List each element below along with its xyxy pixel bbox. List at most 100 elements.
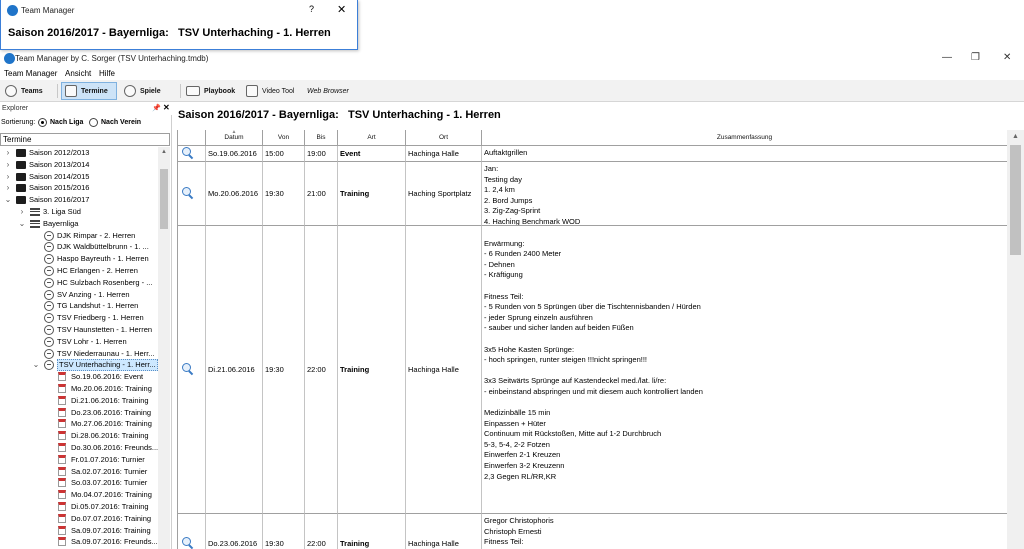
table-row-header[interactable]	[178, 514, 206, 549]
minimize-button[interactable]: —	[942, 53, 952, 63]
collapse-icon[interactable]: ⌄	[18, 218, 26, 230]
column-header-von[interactable]: Von	[263, 130, 305, 146]
table-cell-art[interactable]: Training	[338, 162, 406, 226]
tree-scrollbar[interactable]: ▲	[158, 147, 170, 549]
tree-item[interactable]: Mo.27.06.2016: Training	[0, 418, 158, 430]
table-cell-von[interactable]: 19:30	[263, 162, 305, 226]
table-cell-ort[interactable]: Hachinga Halle	[406, 514, 482, 549]
column-header-art[interactable]: Art	[338, 130, 406, 146]
table-cell-summary[interactable]: Gregor Christophoris Christoph Ernesti F…	[482, 514, 1007, 549]
expand-icon[interactable]: ›	[4, 171, 12, 183]
scroll-up-icon[interactable]: ▲	[1012, 133, 1019, 140]
tree-item[interactable]: Mo.20.06.2016: Training	[0, 383, 158, 395]
tree-item[interactable]: Do.23.06.2016: Training	[0, 407, 158, 419]
popup-close-button[interactable]: ✕	[337, 3, 346, 16]
table-cell-von[interactable]: 19:30	[263, 514, 305, 549]
table-row-header[interactable]	[178, 162, 206, 226]
video-tool-button[interactable]: Video Tool	[243, 82, 297, 100]
grid-scrollbar[interactable]: ▲	[1007, 130, 1024, 549]
table-cell-summary[interactable]: Jan: Testing day 1. 2,4 km 2. Bord Jumps…	[482, 162, 1007, 226]
table-cell-ort[interactable]: Hachinga Halle	[406, 226, 482, 514]
tree-item[interactable]: TSV Haunstetten - 1. Herren	[0, 324, 158, 336]
playbook-button[interactable]: Playbook	[183, 82, 238, 100]
table-row-header[interactable]	[178, 226, 206, 514]
tree-item[interactable]: ⌄ TSV Unterhaching - 1. Herr...	[0, 359, 158, 372]
tree-scroll-thumb[interactable]	[160, 169, 168, 229]
tree-item[interactable]: Do.30.06.2016: Freunds...	[0, 442, 158, 454]
table-cell-ort[interactable]: Haching Sportplatz	[406, 162, 482, 226]
teams-button[interactable]: Teams	[2, 82, 46, 100]
menu-team-manager[interactable]: Team Manager	[4, 69, 57, 78]
expand-icon[interactable]: ›	[4, 147, 12, 159]
tree-item[interactable]: HC Sulzbach Rosenberg - ...	[0, 277, 158, 289]
explorer-close-button[interactable]: ✕	[163, 103, 170, 112]
tree-item[interactable]: SV Anzing - 1. Herren	[0, 289, 158, 301]
scroll-up-icon[interactable]: ▲	[161, 149, 167, 155]
table-cell-bis[interactable]: 21:00	[305, 162, 338, 226]
collapse-icon[interactable]: ⌄	[4, 194, 12, 206]
table-cell-art[interactable]: Training	[338, 514, 406, 549]
sort-by-club-label[interactable]: Nach Verein	[101, 119, 141, 126]
column-header-ort[interactable]: Ort	[406, 130, 482, 146]
table-cell-summary[interactable]: Auftaktgrillen	[482, 146, 1007, 162]
tree-item[interactable]: Di.28.06.2016: Training	[0, 430, 158, 442]
tree-item[interactable]: Do.07.07.2016: Training	[0, 513, 158, 525]
tree-item[interactable]: Di.21.06.2016: Training	[0, 395, 158, 407]
tree-item[interactable]: TSV Niederraunau - 1. Herr...	[0, 348, 158, 360]
magnifier-icon[interactable]	[182, 187, 194, 199]
tree-item[interactable]: Di.05.07.2016: Training	[0, 501, 158, 513]
expand-icon[interactable]: ›	[18, 206, 26, 218]
tree-item[interactable]: Sa.09.07.2016: Freunds...	[0, 536, 158, 548]
tree-item[interactable]: › Saison 2012/2013	[0, 147, 158, 159]
table-cell-art[interactable]: Training	[338, 226, 406, 514]
tree-item[interactable]: TG Landshut - 1. Herren	[0, 300, 158, 312]
column-header-bis[interactable]: Bis	[305, 130, 338, 146]
tree-item[interactable]: So.03.07.2016: Turnier	[0, 477, 158, 489]
menu-ansicht[interactable]: Ansicht	[65, 69, 91, 78]
column-header-datum[interactable]: Datum	[206, 130, 263, 146]
grid-scroll-thumb[interactable]	[1010, 145, 1021, 255]
pin-icon[interactable]: 📌	[152, 104, 161, 112]
tree-item[interactable]: › Saison 2014/2015	[0, 171, 158, 183]
tree-item[interactable]: ⌄ Bayernliga	[0, 218, 158, 230]
spiele-button[interactable]: Spiele	[121, 82, 164, 100]
tree-item[interactable]: ⌄ Saison 2016/2017	[0, 194, 158, 206]
tree-item[interactable]: So.19.06.2016: Event	[0, 371, 158, 383]
close-button[interactable]: ✕	[1003, 53, 1011, 63]
tree-item[interactable]: › Saison 2015/2016	[0, 182, 158, 194]
sort-by-league-radio[interactable]	[38, 118, 47, 127]
menu-hilfe[interactable]: Hilfe	[99, 69, 115, 78]
tree-item[interactable]: Mo.04.07.2016: Training	[0, 489, 158, 501]
tree-item[interactable]: › 3. Liga Süd	[0, 206, 158, 218]
table-cell-von[interactable]: 15:00	[263, 146, 305, 162]
table-cell-datum[interactable]: So.19.06.2016	[206, 146, 263, 162]
expand-icon[interactable]: ›	[4, 159, 12, 171]
tree-item[interactable]: › Saison 2013/2014	[0, 159, 158, 171]
table-cell-bis[interactable]: 22:00	[305, 226, 338, 514]
table-cell-bis[interactable]: 19:00	[305, 146, 338, 162]
maximize-button[interactable]: ❐	[971, 53, 980, 63]
table-cell-bis[interactable]: 22:00	[305, 514, 338, 549]
tree-item[interactable]: Haspo Bayreuth - 1. Herren	[0, 253, 158, 265]
magnifier-icon[interactable]	[182, 147, 194, 159]
sort-by-club-radio[interactable]	[89, 118, 98, 127]
table-cell-datum[interactable]: Do.23.06.2016	[206, 514, 263, 549]
sort-by-league-label[interactable]: Nach Liga	[50, 119, 83, 126]
table-row-header[interactable]	[178, 146, 206, 162]
table-cell-von[interactable]: 19:30	[263, 226, 305, 514]
expand-icon[interactable]: ›	[4, 182, 12, 194]
magnifier-icon[interactable]	[182, 363, 194, 375]
tree-item[interactable]: HC Erlangen - 2. Herren	[0, 265, 158, 277]
table-cell-datum[interactable]: Mo.20.06.2016	[206, 162, 263, 226]
collapse-icon[interactable]: ⌄	[32, 359, 40, 371]
web-browser-button[interactable]: Web Browser	[304, 82, 352, 100]
tree-item[interactable]: TSV Lohr - 1. Herren	[0, 336, 158, 348]
tree-item[interactable]: Fr.01.07.2016: Turnier	[0, 454, 158, 466]
table-cell-summary[interactable]: Erwärmung: - 6 Runden 2400 Meter - Dehne…	[482, 226, 1007, 514]
tree-item[interactable]: TSV Friedberg - 1. Herren	[0, 312, 158, 324]
tree-item[interactable]: DJK Rimpar - 2. Herren	[0, 230, 158, 242]
magnifier-icon[interactable]	[182, 537, 194, 549]
tree-item[interactable]: DJK Waldbüttelbrunn - 1. ...	[0, 241, 158, 253]
table-cell-art[interactable]: Event	[338, 146, 406, 162]
tree-item[interactable]: Sa.09.07.2016: Training	[0, 525, 158, 537]
